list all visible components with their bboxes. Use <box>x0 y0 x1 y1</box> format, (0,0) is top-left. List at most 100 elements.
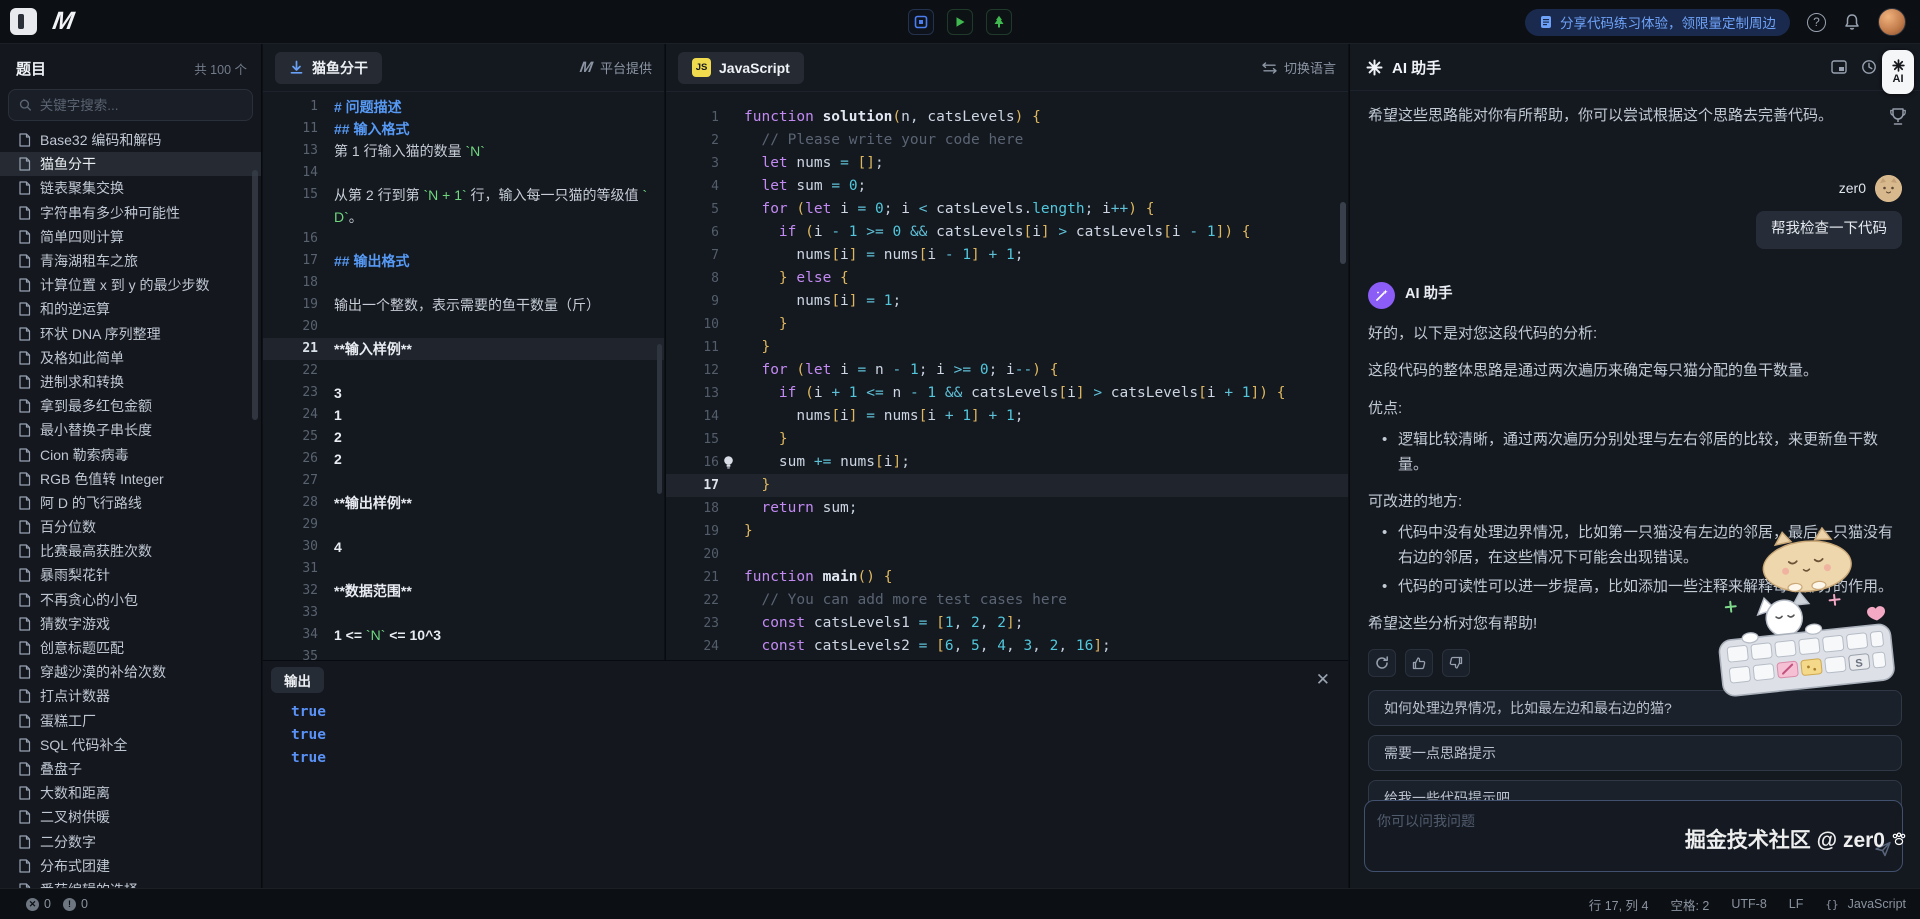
problem-line[interactable]: 20 <box>263 316 664 338</box>
sidebar-item[interactable]: SQL 代码补全 <box>0 733 261 757</box>
code-line[interactable]: 11 } <box>666 336 1348 359</box>
sidebar-item[interactable]: 打点计数器 <box>0 684 261 708</box>
submit-test-button[interactable] <box>986 9 1012 35</box>
search-box[interactable] <box>8 89 253 121</box>
sidebar-item[interactable]: Cion 勒索病毒 <box>0 442 261 466</box>
code-line[interactable]: 12 for (let i = n - 1; i >= 0; i--) { <box>666 359 1348 382</box>
juejin-logo-icon[interactable]: M <box>50 7 74 36</box>
search-input[interactable] <box>40 98 242 113</box>
sidebar-item[interactable]: Base32 编码和解码 <box>0 128 261 152</box>
sidebar-item[interactable]: 二叉树供暖 <box>0 805 261 829</box>
user-avatar[interactable] <box>1878 8 1906 36</box>
code-line[interactable]: 10 } <box>666 313 1348 336</box>
output-tab[interactable]: 输出 <box>271 667 324 693</box>
sidebar-item[interactable]: 进制求和转换 <box>0 370 261 394</box>
problem-line[interactable]: 14 <box>263 162 664 184</box>
code-line[interactable]: 20 <box>666 543 1348 566</box>
debug-button[interactable] <box>908 9 934 35</box>
sidebar-scrollbar[interactable] <box>252 170 258 420</box>
sidebar-item[interactable]: 叠盘子 <box>0 757 261 781</box>
sidebar-toggle-icon[interactable] <box>10 8 37 35</box>
code-line[interactable]: 1function solution(n, catsLevels) { <box>666 106 1348 129</box>
problem-scrollbar[interactable] <box>657 344 662 494</box>
problem-line[interactable]: 13第 1 行输入猫的数量 `N` <box>263 140 664 162</box>
sidebar-item[interactable]: 蛋糕工厂 <box>0 709 261 733</box>
sidebar-item[interactable]: 百分位数 <box>0 515 261 539</box>
sidebar-item[interactable]: 暴雨梨花针 <box>0 563 261 587</box>
problem-line[interactable]: 241 <box>263 404 664 426</box>
problem-line[interactable]: 33 <box>263 602 664 624</box>
sidebar-item[interactable]: 最小替换子串长度 <box>0 418 261 442</box>
problem-line[interactable]: 1# 问题描述 <box>263 96 664 118</box>
sidebar-item[interactable]: 拿到最多红包金额 <box>0 394 261 418</box>
editor-scrollbar[interactable] <box>1340 202 1346 264</box>
thumbs-down-button[interactable] <box>1442 649 1470 677</box>
share-banner[interactable]: 分享代码练习体验，领限量定制周边 <box>1525 9 1790 36</box>
problem-tab[interactable]: 猫鱼分干 <box>275 52 382 84</box>
problem-line[interactable]: 22 <box>263 360 664 382</box>
sidebar-item[interactable]: 及格如此简单 <box>0 346 261 370</box>
sidebar-item[interactable]: 简单四则计算 <box>0 225 261 249</box>
problem-line[interactable]: 19输出一个整数，表示需要的鱼干数量（斤） <box>263 294 664 316</box>
thumbs-up-button[interactable] <box>1405 649 1433 677</box>
problem-line[interactable]: 11## 输入格式 <box>263 118 664 140</box>
sidebar-item[interactable]: 计算位置 x 到 y 的最少步数 <box>0 273 261 297</box>
code-line[interactable]: 21function main() { <box>666 566 1348 589</box>
sidebar-item[interactable]: 字符串有多少种可能性 <box>0 201 261 225</box>
problem-line[interactable]: 28**输出样例** <box>263 492 664 514</box>
sidebar-item[interactable]: RGB 色值转 Integer <box>0 467 261 491</box>
problem-line[interactable]: 341 <= `N` <= 10^3 <box>263 624 664 646</box>
sidebar-item[interactable]: 不再贪心的小包 <box>0 588 261 612</box>
language-tab[interactable]: JS JavaScript <box>678 52 804 84</box>
sidebar-item[interactable]: 大数和距离 <box>0 781 261 805</box>
code-line[interactable]: 13 if (i + 1 <= n - 1 && catsLevels[i] >… <box>666 382 1348 405</box>
problem-line[interactable]: 21**输入样例** <box>263 338 664 360</box>
sidebar-item[interactable]: 和的逆运算 <box>0 297 261 321</box>
problem-line[interactable]: 29 <box>263 514 664 536</box>
regenerate-button[interactable] <box>1368 649 1396 677</box>
sidebar-item[interactable]: 分布式团建 <box>0 854 261 878</box>
run-button[interactable] <box>947 9 973 35</box>
code-line[interactable]: 2 // Please write your code here <box>666 129 1348 152</box>
problem-line[interactable]: 18 <box>263 272 664 294</box>
problem-line[interactable]: 304 <box>263 536 664 558</box>
code-line[interactable]: 9 nums[i] = 1; <box>666 290 1348 313</box>
sidebar-item[interactable]: 番茄编辑的选择 <box>0 878 261 888</box>
code-line[interactable]: 7 nums[i] = nums[i - 1] + 1; <box>666 244 1348 267</box>
sidebar-item[interactable]: 猜数字游戏 <box>0 612 261 636</box>
sidebar-item[interactable]: 比赛最高获胜次数 <box>0 539 261 563</box>
code-line[interactable]: 23 const catsLevels1 = [1, 2, 2]; <box>666 612 1348 635</box>
problems-counts[interactable]: ✕0 !0 <box>0 897 88 911</box>
sidebar-item[interactable]: 二分数字 <box>0 829 261 853</box>
code-line[interactable]: 8 } else { <box>666 267 1348 290</box>
switch-language-button[interactable]: 切换语言 <box>1262 58 1336 77</box>
bell-icon[interactable] <box>1843 13 1861 32</box>
code-line[interactable]: 22 // You can add more test cases here <box>666 589 1348 612</box>
problem-line[interactable]: 15从第 2 行到第 `N + 1` 行，输入每一只猫的等级值 `D`。 <box>263 184 664 228</box>
problem-line[interactable]: 17## 输出格式 <box>263 250 664 272</box>
rewards-icon[interactable] <box>1889 107 1907 127</box>
sidebar-item[interactable]: 青海湖租车之旅 <box>0 249 261 273</box>
code-line[interactable]: 5 for (let i = 0; i < catsLevels.length;… <box>666 198 1348 221</box>
suggestion-chip[interactable]: 需要一点思路提示 <box>1368 735 1902 771</box>
problem-line[interactable]: 27 <box>263 470 664 492</box>
sidebar-item[interactable]: 创意标题匹配 <box>0 636 261 660</box>
suggestion-chip[interactable]: 如何处理边界情况，比如最左边和最右边的猫? <box>1368 690 1902 726</box>
sidebar-item[interactable]: 穿越沙漠的补给次数 <box>0 660 261 684</box>
code-line[interactable]: 18 return sum; <box>666 497 1348 520</box>
code-line[interactable]: 17 } <box>666 474 1348 497</box>
problem-line[interactable]: 233 <box>263 382 664 404</box>
problem-line[interactable]: 31 <box>263 558 664 580</box>
code-line[interactable]: 24 const catsLevels2 = [6, 5, 4, 3, 2, 1… <box>666 635 1348 658</box>
problem-line[interactable]: 16 <box>263 228 664 250</box>
lightbulb-icon[interactable] <box>722 455 735 470</box>
pip-icon[interactable] <box>1831 60 1847 74</box>
ai-assistant-fab[interactable]: AI <box>1882 50 1914 94</box>
code-line[interactable]: 3 let nums = []; <box>666 152 1348 175</box>
help-icon[interactable]: ? <box>1807 13 1826 32</box>
code-line[interactable]: 15 } <box>666 428 1348 451</box>
sidebar-item[interactable]: 链表聚集交换 <box>0 176 261 200</box>
history-icon[interactable] <box>1861 59 1877 75</box>
sidebar-item[interactable]: 环状 DNA 序列整理 <box>0 322 261 346</box>
code-line[interactable]: 4 let sum = 0; <box>666 175 1348 198</box>
